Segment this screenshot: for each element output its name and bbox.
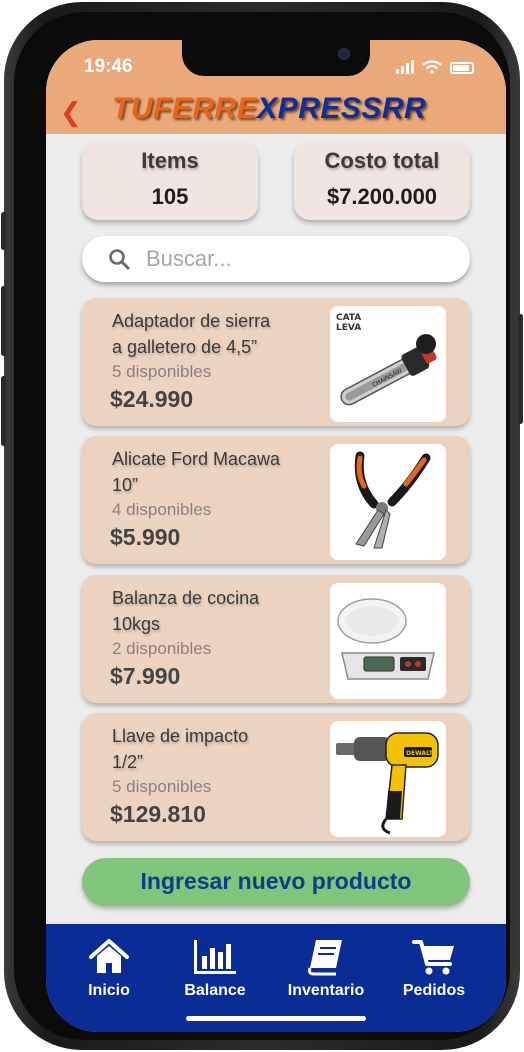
search-icon — [109, 249, 130, 270]
tab-inventario-label: Inventario — [287, 982, 365, 999]
product-name: Alicate Ford Macawa — [112, 449, 281, 469]
svg-text:CATA: CATA — [336, 313, 361, 323]
svg-text:LEVA: LEVA — [336, 323, 361, 333]
product-card[interactable]: Alicate Ford Macawa 10” 4 disponibles $5… — [82, 436, 470, 564]
cart-icon — [412, 940, 454, 975]
items-label: Items — [141, 148, 199, 173]
phone-bezel: 19:46 ❮ TUFERREXPRESSRR Items 105 Costo … — [14, 12, 510, 1040]
tab-inicio[interactable]: Inicio — [66, 938, 152, 1000]
product-availability: 4 disponibles — [112, 500, 212, 519]
product-name-line2: 10kgs — [112, 614, 161, 634]
product-name-line2: 10” — [112, 475, 139, 495]
wifi-icon — [422, 60, 442, 74]
signal-icon — [396, 60, 414, 74]
product-name: Balanza de cocina — [112, 588, 260, 608]
impact-wrench-image: DEWALT — [330, 721, 446, 837]
battery-icon — [450, 62, 474, 74]
pliers-image — [330, 444, 446, 560]
chainsaw-adapter-image: CATA LEVA CHAINSAW — [330, 306, 446, 422]
search-input[interactable]: Buscar... — [82, 236, 470, 282]
tab-balance-label: Balance — [184, 982, 246, 999]
product-price: $7.990 — [110, 663, 181, 689]
tab-pedidos[interactable]: Pedidos — [392, 938, 476, 1000]
product-name: Adaptador de sierra — [112, 311, 271, 331]
bar-chart-icon — [194, 940, 236, 974]
front-camera — [338, 48, 350, 60]
status-time: 19:46 — [84, 56, 133, 77]
app-header: 19:46 ❮ TUFERREXPRESSRR — [46, 40, 506, 134]
product-availability: 5 disponibles — [112, 777, 212, 796]
power-button — [518, 314, 523, 424]
search-placeholder: Buscar... — [146, 246, 232, 271]
product-price: $5.990 — [110, 524, 181, 550]
product-card[interactable]: Llave de impacto 1/2” 5 disponibles $129… — [82, 713, 470, 841]
add-product-button[interactable]: Ingresar nuevo producto — [82, 858, 470, 906]
items-value: 105 — [151, 184, 189, 209]
product-availability: 5 disponibles — [112, 362, 212, 381]
svg-text:DEWALT: DEWALT — [406, 750, 434, 757]
back-chevron-icon[interactable]: ❮ — [60, 100, 82, 126]
tab-inicio-label: Inicio — [88, 982, 130, 999]
mute-switch — [1, 212, 6, 250]
product-name: Llave de impacto — [112, 726, 249, 746]
total-cost-label: Costo total — [324, 148, 440, 173]
home-indicator — [186, 1016, 366, 1021]
total-cost-card: Costo total $7.200.000 — [294, 142, 470, 220]
product-price: $129.810 — [110, 801, 206, 827]
product-name-line2: 1/2” — [112, 752, 144, 772]
product-card[interactable]: Adaptador de sierra a galletero de 4,5” … — [82, 298, 470, 426]
app-logo: TUFERREXPRESSRR — [112, 92, 427, 125]
screen: 19:46 ❮ TUFERREXPRESSRR Items 105 Costo … — [46, 40, 506, 1032]
product-price: $24.990 — [110, 386, 194, 412]
tab-inventario[interactable]: Inventario — [278, 938, 374, 1000]
product-availability: 2 disponibles — [112, 639, 212, 658]
book-icon — [308, 940, 342, 976]
phone-frame: 19:46 ❮ TUFERREXPRESSRR Items 105 Costo … — [1, 2, 523, 1050]
notch — [182, 40, 370, 76]
home-icon — [89, 939, 129, 973]
tab-balance[interactable]: Balance — [170, 938, 260, 1000]
tab-pedidos-label: Pedidos — [402, 982, 466, 999]
add-product-label: Ingresar nuevo producto — [140, 868, 412, 894]
product-card[interactable]: Balanza de cocina 10kgs 2 disponibles $7… — [82, 575, 470, 703]
product-name-line2: a galletero de 4,5” — [112, 337, 258, 357]
volume-down-button — [1, 376, 6, 446]
kitchen-scale-image — [330, 583, 446, 699]
volume-up-button — [1, 286, 6, 356]
total-cost-value: $7.200.000 — [326, 184, 438, 209]
status-icons — [396, 60, 474, 74]
items-summary-card: Items 105 — [82, 142, 258, 220]
